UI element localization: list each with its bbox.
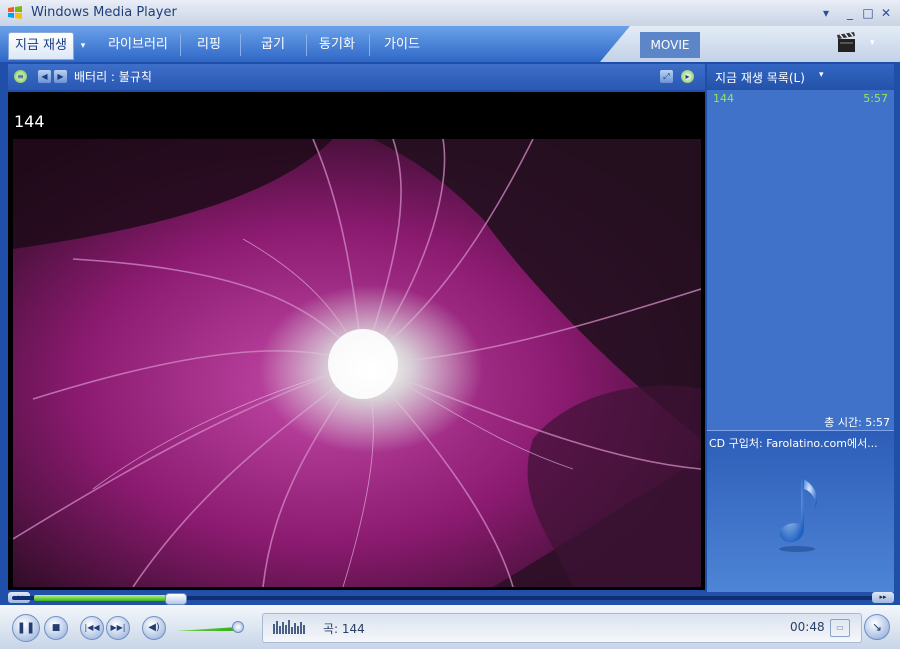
tab-separator [369,34,370,56]
minimize-button[interactable]: _ [842,5,858,21]
mute-button[interactable]: ◀) [142,616,166,640]
playlist-panel: 지금 재생 목록(L) ▾ 144 5:57 총 시간: 5:57 CD 구입처… [707,64,894,593]
video-area[interactable]: 144 [8,92,705,590]
next-enhancement-icon[interactable]: ▶ [54,70,67,83]
movie-label[interactable]: MOVIE [640,32,700,58]
visualization-canvas [13,139,701,587]
menu-toggle-icon[interactable]: ▾ [818,5,834,21]
chevron-down-icon[interactable]: ▾ [819,70,824,80]
next-button[interactable]: ▶▶| [106,616,130,640]
info-strip: ≡ ◀ ▶ 배터리 : 불규칙 ⤢ ▸ [8,64,705,90]
cd-purchase-link[interactable]: CD 구입처: Farolatino.com에서... [709,435,892,451]
transport-controls: ❚❚ ■ |◀◀ ▶▶| ◀) 곡: 144 00:48 ▭ ↘ [0,605,900,649]
close-button[interactable]: ✕ [878,5,894,21]
media-player-window: Windows Media Player ▾ _ □ ✕ 지금 재생 ▾ 라이브… [0,0,900,649]
stop-button[interactable]: ■ [44,616,68,640]
tab-separator [240,34,241,56]
playlist-total-time: 총 시간: 5:57 [824,416,890,429]
album-art-panel[interactable]: CD 구입처: Farolatino.com에서... [707,430,894,593]
playlist-item-duration: 5:57 [863,92,888,105]
pause-button[interactable]: ❚❚ [12,614,40,642]
music-note-icon [779,479,818,552]
seek-bar[interactable]: ◂◂ ▸▸ [8,592,894,605]
playlist-item-title: 144 [713,92,734,105]
title-bar[interactable]: Windows Media Player ▾ _ □ ✕ [0,0,900,26]
skin-mode-button[interactable]: ↘ [864,614,890,640]
elapsed-time[interactable]: 00:48 [790,620,825,634]
seek-progress [34,595,168,601]
tab-guide[interactable]: 가이드 [372,32,432,58]
volume-thumb[interactable] [231,621,244,633]
chevron-down-icon[interactable]: ▾ [870,38,875,48]
previous-button[interactable]: |◀◀ [80,616,104,640]
tab-separator [180,34,181,56]
tab-bar: 지금 재생 ▾ 라이브러리 리핑 굽기 동기화 가이드 MOVIE [0,26,900,62]
visualization-name: 배터리 : 불규칙 [74,70,152,84]
playlist-header[interactable]: 지금 재생 목록(L) ▾ [707,64,894,90]
playlist-title: 지금 재생 목록(L) [715,71,805,85]
status-panel: 곡: 144 00:48 ▭ [262,613,862,643]
menu-icon[interactable]: ≡ [14,70,27,83]
volume-slider[interactable] [176,627,238,631]
window-title: Windows Media Player [31,5,177,20]
tab-separator [306,34,307,56]
tab-rip[interactable]: 리핑 [182,32,236,58]
windows-logo-icon [8,6,22,19]
maximize-button[interactable]: □ [860,5,876,21]
equalizer-icon [273,620,305,634]
seek-thumb[interactable] [165,593,188,605]
clapperboard-icon[interactable] [835,30,859,54]
tab-burn[interactable]: 굽기 [244,32,302,58]
current-track-status: 곡: 144 [323,622,365,636]
video-window-icon[interactable]: ▭ [830,619,850,637]
tab-now-playing[interactable]: 지금 재생 [8,32,74,60]
playlist-item[interactable]: 144 5:57 [713,92,888,105]
chevron-down-icon: ▾ [80,41,86,51]
playlist-toggle-icon[interactable]: ▸ [681,70,694,83]
tab-library[interactable]: 라이브러리 [98,32,178,58]
previous-enhancement-icon[interactable]: ◀ [38,70,51,83]
tab-now-playing-dropdown[interactable]: ▾ [74,32,92,58]
video-track-title: 144 [14,112,45,131]
tab-sync[interactable]: 동기화 [308,32,366,58]
seek-right-icon[interactable]: ▸▸ [872,592,894,603]
fullscreen-icon[interactable]: ⤢ [660,70,673,83]
